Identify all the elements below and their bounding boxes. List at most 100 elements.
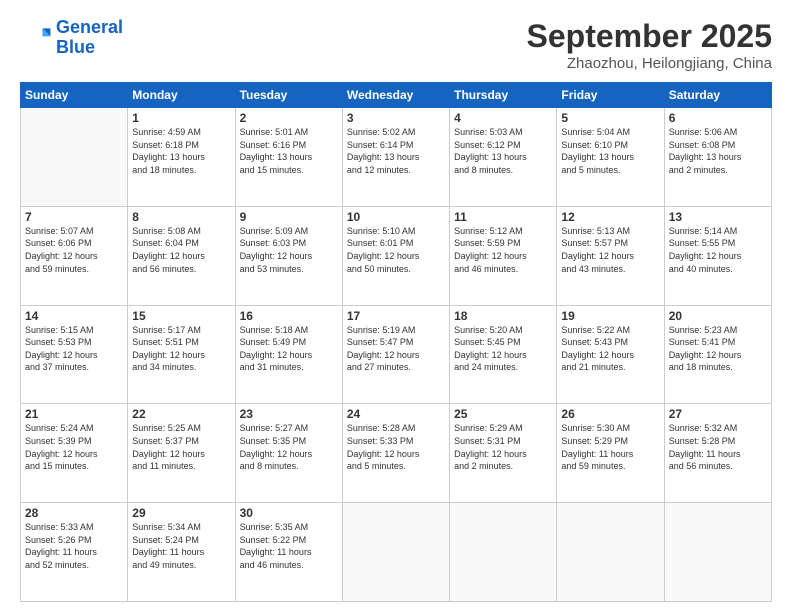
- col-saturday: Saturday: [664, 83, 771, 108]
- day-number: 1: [132, 111, 230, 125]
- table-row: 26Sunrise: 5:30 AM Sunset: 5:29 PM Dayli…: [557, 404, 664, 503]
- location: Zhaozhou, Heilongjiang, China: [527, 55, 772, 72]
- calendar-header-row: Sunday Monday Tuesday Wednesday Thursday…: [21, 83, 772, 108]
- calendar-week-row: 7Sunrise: 5:07 AM Sunset: 6:06 PM Daylig…: [21, 206, 772, 305]
- day-info: Sunrise: 5:17 AM Sunset: 5:51 PM Dayligh…: [132, 324, 230, 374]
- header: General Blue September 2025 Zhaozhou, He…: [20, 18, 772, 72]
- title-block: September 2025 Zhaozhou, Heilongjiang, C…: [527, 18, 772, 72]
- day-info: Sunrise: 5:27 AM Sunset: 5:35 PM Dayligh…: [240, 422, 338, 472]
- day-number: 10: [347, 210, 445, 224]
- day-number: 23: [240, 407, 338, 421]
- logo: General Blue: [20, 18, 123, 58]
- day-number: 8: [132, 210, 230, 224]
- table-row: 25Sunrise: 5:29 AM Sunset: 5:31 PM Dayli…: [450, 404, 557, 503]
- table-row: 9Sunrise: 5:09 AM Sunset: 6:03 PM Daylig…: [235, 206, 342, 305]
- day-number: 26: [561, 407, 659, 421]
- day-number: 18: [454, 309, 552, 323]
- day-info: Sunrise: 5:20 AM Sunset: 5:45 PM Dayligh…: [454, 324, 552, 374]
- table-row: 3Sunrise: 5:02 AM Sunset: 6:14 PM Daylig…: [342, 108, 449, 207]
- calendar-week-row: 28Sunrise: 5:33 AM Sunset: 5:26 PM Dayli…: [21, 503, 772, 602]
- day-number: 13: [669, 210, 767, 224]
- day-info: Sunrise: 5:14 AM Sunset: 5:55 PM Dayligh…: [669, 225, 767, 275]
- calendar-week-row: 14Sunrise: 5:15 AM Sunset: 5:53 PM Dayli…: [21, 305, 772, 404]
- day-info: Sunrise: 5:15 AM Sunset: 5:53 PM Dayligh…: [25, 324, 123, 374]
- table-row: 13Sunrise: 5:14 AM Sunset: 5:55 PM Dayli…: [664, 206, 771, 305]
- day-number: 20: [669, 309, 767, 323]
- day-number: 12: [561, 210, 659, 224]
- table-row: [557, 503, 664, 602]
- day-number: 24: [347, 407, 445, 421]
- table-row: 24Sunrise: 5:28 AM Sunset: 5:33 PM Dayli…: [342, 404, 449, 503]
- day-info: Sunrise: 5:28 AM Sunset: 5:33 PM Dayligh…: [347, 422, 445, 472]
- table-row: [342, 503, 449, 602]
- table-row: 22Sunrise: 5:25 AM Sunset: 5:37 PM Dayli…: [128, 404, 235, 503]
- table-row: [450, 503, 557, 602]
- day-info: Sunrise: 5:34 AM Sunset: 5:24 PM Dayligh…: [132, 521, 230, 571]
- table-row: 5Sunrise: 5:04 AM Sunset: 6:10 PM Daylig…: [557, 108, 664, 207]
- table-row: 17Sunrise: 5:19 AM Sunset: 5:47 PM Dayli…: [342, 305, 449, 404]
- day-info: Sunrise: 5:32 AM Sunset: 5:28 PM Dayligh…: [669, 422, 767, 472]
- day-number: 19: [561, 309, 659, 323]
- logo-text: General Blue: [56, 18, 123, 58]
- day-info: Sunrise: 5:04 AM Sunset: 6:10 PM Dayligh…: [561, 126, 659, 176]
- day-number: 25: [454, 407, 552, 421]
- day-info: Sunrise: 5:06 AM Sunset: 6:08 PM Dayligh…: [669, 126, 767, 176]
- day-number: 14: [25, 309, 123, 323]
- calendar-week-row: 21Sunrise: 5:24 AM Sunset: 5:39 PM Dayli…: [21, 404, 772, 503]
- table-row: [21, 108, 128, 207]
- table-row: 4Sunrise: 5:03 AM Sunset: 6:12 PM Daylig…: [450, 108, 557, 207]
- table-row: 7Sunrise: 5:07 AM Sunset: 6:06 PM Daylig…: [21, 206, 128, 305]
- page: General Blue September 2025 Zhaozhou, He…: [0, 0, 792, 612]
- day-info: Sunrise: 5:12 AM Sunset: 5:59 PM Dayligh…: [454, 225, 552, 275]
- day-info: Sunrise: 5:10 AM Sunset: 6:01 PM Dayligh…: [347, 225, 445, 275]
- table-row: 8Sunrise: 5:08 AM Sunset: 6:04 PM Daylig…: [128, 206, 235, 305]
- day-info: Sunrise: 5:22 AM Sunset: 5:43 PM Dayligh…: [561, 324, 659, 374]
- day-number: 5: [561, 111, 659, 125]
- table-row: 6Sunrise: 5:06 AM Sunset: 6:08 PM Daylig…: [664, 108, 771, 207]
- day-number: 16: [240, 309, 338, 323]
- table-row: [664, 503, 771, 602]
- day-info: Sunrise: 5:24 AM Sunset: 5:39 PM Dayligh…: [25, 422, 123, 472]
- calendar-table: Sunday Monday Tuesday Wednesday Thursday…: [20, 82, 772, 602]
- table-row: 15Sunrise: 5:17 AM Sunset: 5:51 PM Dayli…: [128, 305, 235, 404]
- day-info: Sunrise: 5:09 AM Sunset: 6:03 PM Dayligh…: [240, 225, 338, 275]
- day-info: Sunrise: 5:25 AM Sunset: 5:37 PM Dayligh…: [132, 422, 230, 472]
- day-number: 29: [132, 506, 230, 520]
- day-info: Sunrise: 4:59 AM Sunset: 6:18 PM Dayligh…: [132, 126, 230, 176]
- col-tuesday: Tuesday: [235, 83, 342, 108]
- day-number: 27: [669, 407, 767, 421]
- logo-icon: [20, 22, 52, 54]
- table-row: 20Sunrise: 5:23 AM Sunset: 5:41 PM Dayli…: [664, 305, 771, 404]
- table-row: 21Sunrise: 5:24 AM Sunset: 5:39 PM Dayli…: [21, 404, 128, 503]
- col-sunday: Sunday: [21, 83, 128, 108]
- table-row: 10Sunrise: 5:10 AM Sunset: 6:01 PM Dayli…: [342, 206, 449, 305]
- col-monday: Monday: [128, 83, 235, 108]
- day-info: Sunrise: 5:02 AM Sunset: 6:14 PM Dayligh…: [347, 126, 445, 176]
- table-row: 11Sunrise: 5:12 AM Sunset: 5:59 PM Dayli…: [450, 206, 557, 305]
- table-row: 18Sunrise: 5:20 AM Sunset: 5:45 PM Dayli…: [450, 305, 557, 404]
- day-info: Sunrise: 5:13 AM Sunset: 5:57 PM Dayligh…: [561, 225, 659, 275]
- day-info: Sunrise: 5:30 AM Sunset: 5:29 PM Dayligh…: [561, 422, 659, 472]
- day-number: 15: [132, 309, 230, 323]
- day-number: 28: [25, 506, 123, 520]
- day-number: 21: [25, 407, 123, 421]
- day-info: Sunrise: 5:23 AM Sunset: 5:41 PM Dayligh…: [669, 324, 767, 374]
- day-info: Sunrise: 5:18 AM Sunset: 5:49 PM Dayligh…: [240, 324, 338, 374]
- day-info: Sunrise: 5:08 AM Sunset: 6:04 PM Dayligh…: [132, 225, 230, 275]
- table-row: 16Sunrise: 5:18 AM Sunset: 5:49 PM Dayli…: [235, 305, 342, 404]
- month-title: September 2025: [527, 18, 772, 55]
- table-row: 23Sunrise: 5:27 AM Sunset: 5:35 PM Dayli…: [235, 404, 342, 503]
- day-number: 2: [240, 111, 338, 125]
- table-row: 29Sunrise: 5:34 AM Sunset: 5:24 PM Dayli…: [128, 503, 235, 602]
- day-info: Sunrise: 5:29 AM Sunset: 5:31 PM Dayligh…: [454, 422, 552, 472]
- table-row: 1Sunrise: 4:59 AM Sunset: 6:18 PM Daylig…: [128, 108, 235, 207]
- col-thursday: Thursday: [450, 83, 557, 108]
- logo-general: General: [56, 17, 123, 37]
- table-row: 19Sunrise: 5:22 AM Sunset: 5:43 PM Dayli…: [557, 305, 664, 404]
- col-friday: Friday: [557, 83, 664, 108]
- day-info: Sunrise: 5:35 AM Sunset: 5:22 PM Dayligh…: [240, 521, 338, 571]
- day-info: Sunrise: 5:01 AM Sunset: 6:16 PM Dayligh…: [240, 126, 338, 176]
- day-number: 6: [669, 111, 767, 125]
- logo-blue: Blue: [56, 38, 123, 58]
- day-number: 22: [132, 407, 230, 421]
